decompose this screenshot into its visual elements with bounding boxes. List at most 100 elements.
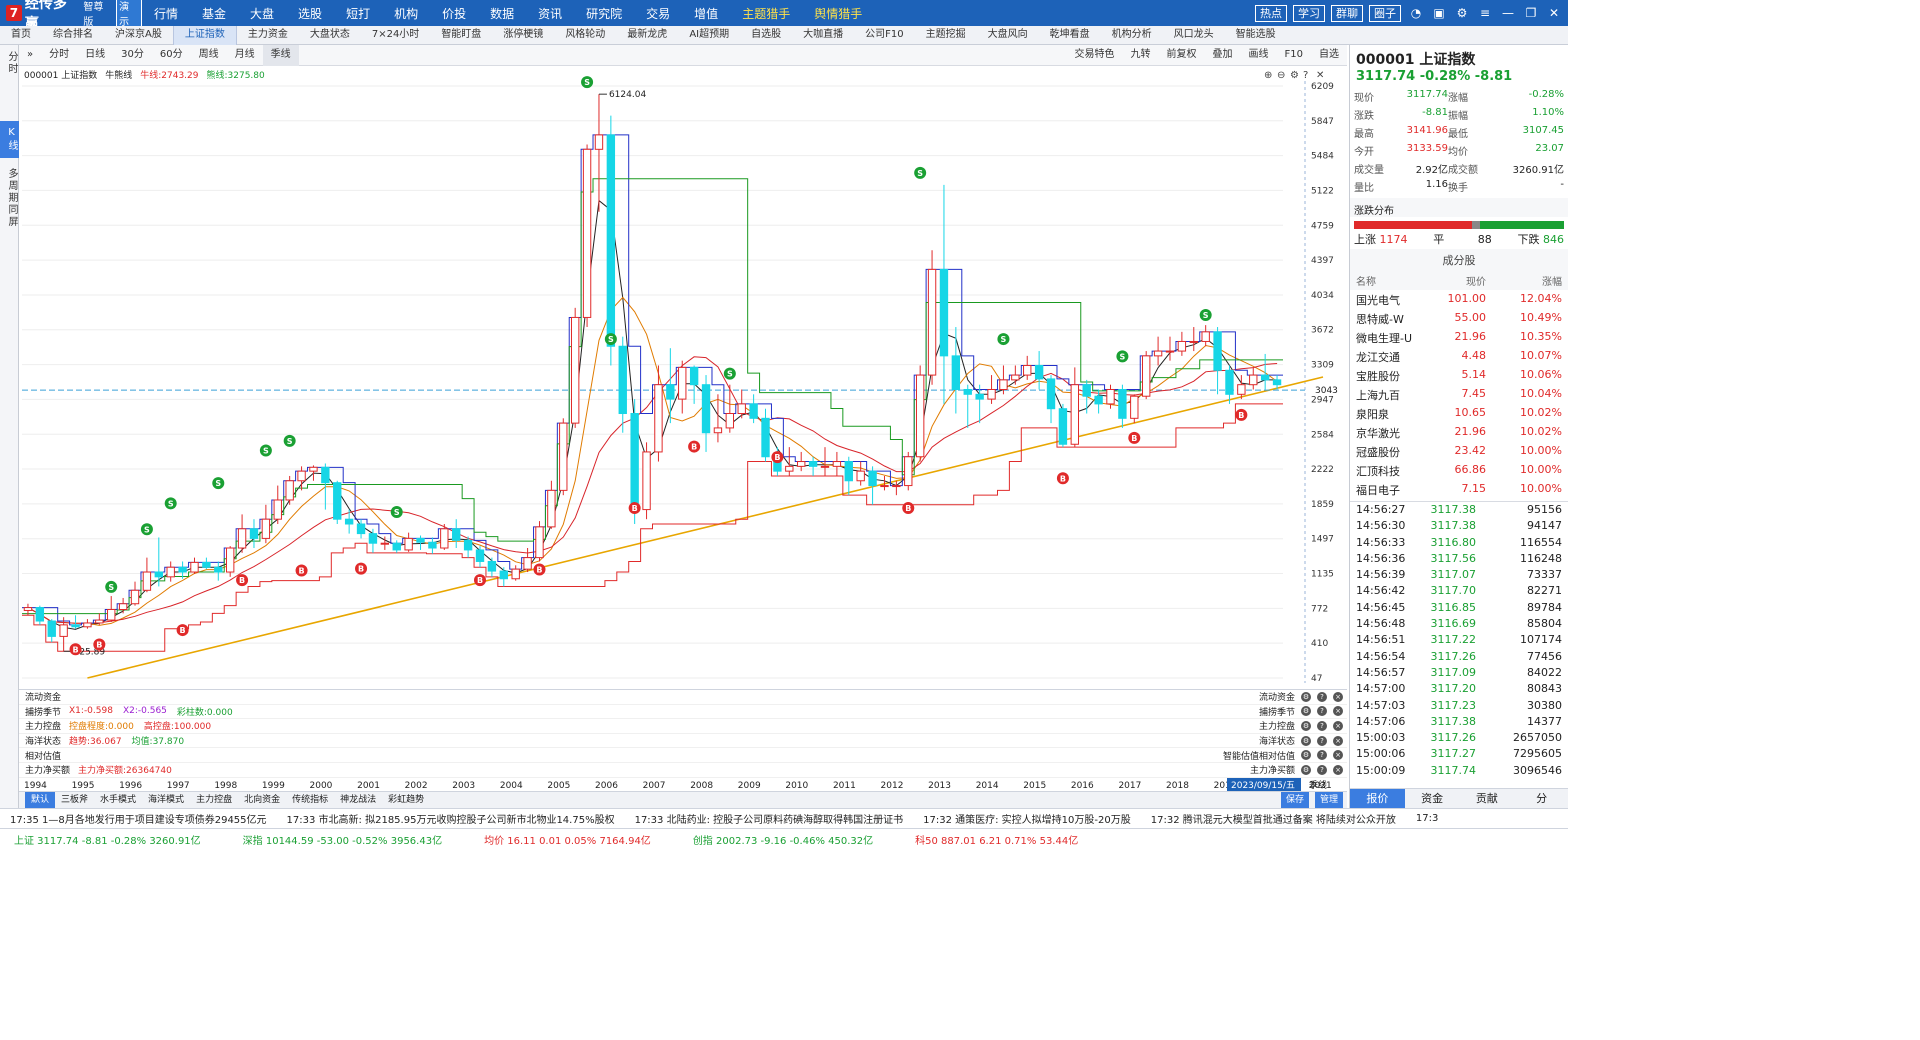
candle[interactable] — [1260, 374, 1270, 381]
candle[interactable] — [333, 482, 342, 520]
template-tab-7[interactable]: 神龙战法 — [334, 792, 382, 808]
close-icon[interactable]: × — [1333, 706, 1343, 717]
candle[interactable] — [927, 268, 937, 376]
candle[interactable] — [915, 374, 925, 458]
tab-9[interactable]: 风格轮动 — [554, 26, 616, 45]
tab-20[interactable]: 智能选股 — [1225, 26, 1287, 45]
candle[interactable] — [844, 461, 853, 482]
menu-item-6[interactable]: 价投 — [442, 5, 466, 22]
tab-15[interactable]: 主题挖掘 — [915, 26, 977, 45]
candle[interactable] — [1106, 388, 1115, 405]
stock-row[interactable]: 龙江交通 4.48 10.07% — [1350, 347, 1568, 366]
candle[interactable] — [178, 566, 187, 573]
tab-1[interactable]: 综合排名 — [42, 26, 104, 45]
candle[interactable] — [1272, 379, 1282, 386]
candle[interactable] — [785, 465, 794, 472]
tab-12[interactable]: 自选股 — [740, 26, 792, 45]
tab-3[interactable]: 上证指数 — [172, 25, 237, 45]
candle[interactable] — [1177, 340, 1187, 352]
template-tab-3[interactable]: 海洋模式 — [142, 792, 190, 808]
candle[interactable] — [963, 388, 972, 395]
index-status-1[interactable]: 深指 10144.59 -53.00 -0.52% 3956.43亿 — [229, 832, 442, 847]
candle[interactable] — [737, 403, 746, 415]
candle[interactable] — [559, 422, 568, 491]
news-item[interactable]: 17:32 通策医疗: 实控人拟增持10万股-20万股 — [923, 811, 1131, 826]
candle[interactable] — [654, 384, 663, 453]
stock-row[interactable]: 福日电子 7.15 10.00% — [1350, 480, 1568, 499]
stock-row[interactable]: 上海九百 7.45 10.04% — [1350, 385, 1568, 404]
chart-tool-0[interactable]: 交易特色 — [1067, 45, 1123, 66]
close-icon[interactable]: ✕ — [1316, 70, 1324, 81]
close-icon[interactable]: × — [1333, 735, 1343, 746]
close-icon[interactable]: × — [1333, 691, 1343, 702]
settings-icon[interactable]: ⚙ — [1290, 70, 1299, 81]
quote-tab-0[interactable]: 报价 — [1350, 789, 1405, 808]
indicator-name-3[interactable]: 海洋状态 — [25, 734, 61, 747]
menu-item-9[interactable]: 研究院 — [586, 5, 622, 22]
candle[interactable] — [214, 566, 223, 573]
settings-icon[interactable]: ⚙ — [1301, 764, 1311, 775]
candle[interactable] — [107, 609, 116, 621]
candle[interactable] — [499, 570, 508, 580]
settings-icon[interactable]: ⚙ — [1301, 706, 1311, 717]
candle[interactable] — [154, 571, 163, 578]
candle[interactable] — [309, 466, 318, 472]
candle[interactable] — [71, 624, 80, 628]
period-0[interactable]: 分时 — [41, 45, 77, 66]
candle[interactable] — [249, 528, 259, 539]
menu-item-8[interactable]: 资讯 — [538, 5, 562, 22]
tab-2[interactable]: 沪深京A股 — [104, 26, 173, 45]
help-icon[interactable]: ? — [1317, 750, 1327, 761]
candle[interactable] — [999, 379, 1008, 390]
candle[interactable] — [321, 466, 330, 484]
menu-item-0[interactable]: 行情 — [154, 5, 178, 22]
menu-item-11[interactable]: 增值 — [694, 5, 718, 22]
news-item[interactable]: 17:33 市北高新: 拟2185.95万元收购控股子公司新市北物业14.75%… — [287, 811, 615, 826]
candle[interactable] — [1046, 378, 1056, 410]
candle[interactable] — [1213, 331, 1222, 371]
chart-tool-3[interactable]: 叠加 — [1205, 45, 1241, 66]
index-status-2[interactable]: 均价 16.11 0.01 0.05% 7164.94亿 — [470, 832, 651, 847]
indicator-name-5[interactable]: 主力净买额 — [25, 763, 70, 776]
sidebar-multi-period[interactable]: 多周期同屏 — [0, 162, 19, 234]
stock-row[interactable]: 微电生理-U 21.96 10.35% — [1350, 328, 1568, 347]
tab-13[interactable]: 大咖直播 — [792, 26, 854, 45]
chart-tool-2[interactable]: 前复权 — [1159, 45, 1205, 66]
menu-icon[interactable]: ≡ — [1476, 6, 1494, 20]
candle[interactable] — [523, 557, 532, 570]
menu-item-3[interactable]: 选股 — [298, 5, 322, 22]
chart-tool-1[interactable]: 九转 — [1123, 45, 1159, 66]
candle[interactable] — [761, 417, 770, 458]
candle[interactable] — [868, 470, 877, 487]
candle[interactable] — [856, 470, 865, 482]
candle[interactable] — [678, 366, 687, 400]
candle[interactable] — [570, 316, 580, 424]
indicator-name-2[interactable]: 主力控盘 — [25, 719, 61, 732]
menu-item-12[interactable]: 主题猎手 — [742, 5, 790, 22]
candle[interactable] — [1165, 350, 1175, 353]
minimize-icon[interactable]: — — [1499, 6, 1517, 20]
candle[interactable] — [618, 345, 627, 415]
candle[interactable] — [808, 461, 818, 467]
candle[interactable] — [392, 542, 401, 551]
tab-17[interactable]: 乾坤看盘 — [1039, 26, 1101, 45]
help-icon[interactable]: ? — [1317, 691, 1327, 702]
settings-icon[interactable]: ⚙ — [1301, 691, 1311, 702]
candle[interactable] — [820, 465, 830, 468]
candle[interactable] — [701, 384, 711, 434]
settings-icon[interactable]: ⚙ — [1301, 735, 1311, 746]
candle[interactable] — [368, 533, 378, 544]
tab-11[interactable]: AI超预期 — [678, 26, 740, 45]
close-icon[interactable]: × — [1333, 720, 1343, 731]
candle[interactable] — [225, 547, 235, 573]
candle[interactable] — [118, 603, 128, 611]
index-status-4[interactable]: 科50 887.01 6.21 0.71% 53.44亿 — [901, 832, 1078, 847]
template-tab-0[interactable]: 默认 — [25, 792, 56, 808]
template-tab-6[interactable]: 传统指标 — [286, 792, 334, 808]
help-icon[interactable]: ? — [1317, 720, 1327, 731]
help-icon[interactable]: ? — [1317, 764, 1327, 775]
candle[interactable] — [1094, 395, 1103, 405]
candle[interactable] — [975, 393, 984, 400]
circle-button[interactable]: 圈子 — [1369, 4, 1401, 22]
index-status-0[interactable]: 上证 3117.74 -8.81 -0.28% 3260.91亿 — [0, 832, 201, 847]
